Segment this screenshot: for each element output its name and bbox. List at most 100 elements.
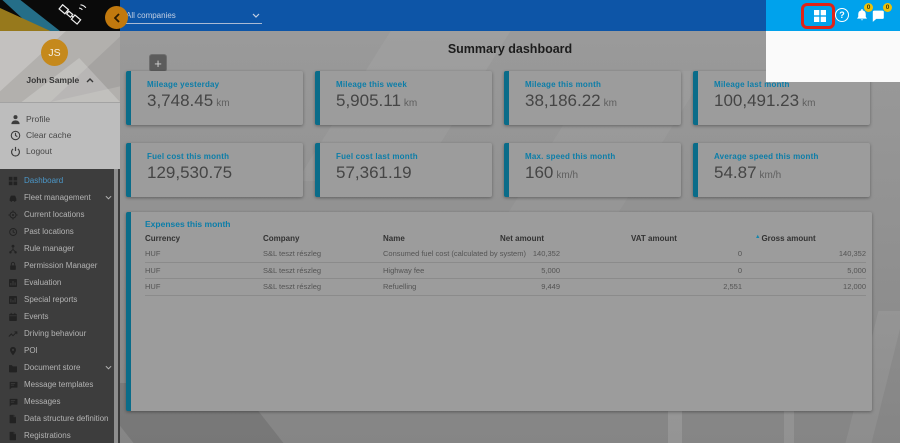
avatar[interactable]: JS bbox=[41, 39, 68, 66]
card-value: 38,186.22km bbox=[525, 91, 681, 111]
help-button[interactable]: ? bbox=[835, 8, 849, 22]
top-header-bar: All companies ? 0 0 bbox=[0, 0, 900, 31]
card-label: Fuel cost last month bbox=[336, 152, 492, 161]
metric-card-mileage-yesterday: Mileage yesterday 3,748.45km bbox=[126, 71, 303, 125]
account-item-label: Clear cache bbox=[26, 130, 71, 140]
company-select-value: All companies bbox=[124, 11, 176, 20]
card-value: 160km/h bbox=[525, 163, 681, 183]
cell-currency: HUF bbox=[145, 266, 263, 275]
car-icon bbox=[8, 193, 24, 203]
account-item-label: Profile bbox=[26, 114, 50, 124]
sidebar-item-fleet-management[interactable]: Fleet management bbox=[0, 189, 120, 206]
card-label: Max. speed this month bbox=[525, 152, 681, 161]
sidebar-item-data-structure-definition[interactable]: Data structure definition bbox=[0, 410, 120, 427]
chevron-down-icon bbox=[252, 13, 260, 18]
card-value: 100,491.23km bbox=[714, 91, 870, 111]
cell-company: S&L teszt részleg bbox=[263, 266, 383, 275]
chat-lines-icon bbox=[8, 380, 24, 390]
lock-icon bbox=[8, 261, 24, 271]
user-name: John Sample bbox=[26, 75, 79, 85]
app-window: All companies ? 0 0 bbox=[0, 0, 900, 443]
card-value: 57,361.19 bbox=[336, 163, 492, 183]
account-item-profile[interactable]: Profile bbox=[0, 111, 120, 127]
account-menu: Profile Clear cache Logout bbox=[0, 103, 120, 169]
sort-asc-icon: ▲ bbox=[755, 234, 760, 240]
sidebar-item-special-reports[interactable]: Special reports bbox=[0, 291, 120, 308]
column-header-company[interactable]: Company bbox=[263, 234, 383, 243]
account-item-clear-cache[interactable]: Clear cache bbox=[0, 127, 120, 143]
account-item-logout[interactable]: Logout bbox=[0, 143, 120, 159]
sidebar-item-message-templates[interactable]: Message templates bbox=[0, 376, 120, 393]
bell-icon bbox=[855, 8, 869, 23]
account-item-label: Logout bbox=[26, 146, 52, 156]
column-header-name[interactable]: Name bbox=[383, 234, 500, 243]
card-unit: km bbox=[604, 98, 617, 109]
sidebar-scrollbar[interactable] bbox=[114, 169, 118, 443]
sidebar-item-registrations[interactable]: Registrations bbox=[0, 427, 120, 443]
sidebar-item-permission-manager[interactable]: Permission Manager bbox=[0, 257, 120, 274]
expenses-table-card: Expenses this month Currency Company Nam… bbox=[126, 212, 872, 411]
cell-name: Consumed fuel cost (calculated by system… bbox=[383, 249, 500, 258]
sidebar-item-driving-behaviour[interactable]: Driving behaviour bbox=[0, 325, 120, 342]
sidebar-item-dashboard[interactable]: Dashboard bbox=[0, 172, 120, 189]
sidebar-item-messages[interactable]: Messages bbox=[0, 393, 120, 410]
column-header-gross-amount[interactable]: ▲Gross amount bbox=[742, 234, 866, 243]
chat-icon bbox=[8, 397, 24, 407]
sidebar-item-rule-manager[interactable]: Rule manager bbox=[0, 240, 120, 257]
chevron-left-icon bbox=[114, 13, 120, 23]
chevron-down-icon bbox=[105, 195, 112, 200]
sidebar: JS John Sample Profile Clear cache Logou… bbox=[0, 31, 120, 443]
table-title: Expenses this month bbox=[145, 219, 231, 229]
document-icon bbox=[8, 431, 24, 441]
table-row: HUF S&L teszt részleg Refuelling 9,449 2… bbox=[145, 279, 866, 296]
brand-logo[interactable] bbox=[0, 0, 120, 31]
sidebar-item-events[interactable]: Events bbox=[0, 308, 120, 325]
table-row: HUF S&L teszt részleg Consumed fuel cost… bbox=[145, 246, 866, 263]
dashboard-icon bbox=[8, 176, 24, 186]
cell-name: Highway fee bbox=[383, 266, 500, 275]
card-label: Average speed this month bbox=[714, 152, 870, 161]
company-filter-select[interactable]: All companies bbox=[124, 7, 262, 24]
tour-spotlight-area bbox=[766, 31, 900, 82]
notifications-button[interactable] bbox=[855, 8, 869, 26]
column-header-vat-amount[interactable]: VAT amount bbox=[560, 234, 742, 243]
person-icon bbox=[10, 114, 26, 125]
card-label: Fuel cost this month bbox=[147, 152, 303, 161]
sidebar-item-poi[interactable]: POI bbox=[0, 342, 120, 359]
cell-net-amount: 9,449 bbox=[500, 282, 560, 291]
metric-card-mileage-this-week: Mileage this week 5,905.11km bbox=[315, 71, 492, 125]
calendar-icon bbox=[8, 312, 24, 322]
cell-vat-amount: 2,551 bbox=[560, 282, 742, 291]
column-header-net-amount[interactable]: Net amount bbox=[500, 234, 560, 243]
cell-vat-amount: 0 bbox=[560, 249, 742, 258]
cell-gross-amount: 140,352 bbox=[742, 249, 866, 258]
user-menu-toggle[interactable]: John Sample bbox=[0, 75, 120, 85]
cell-vat-amount: 0 bbox=[560, 266, 742, 275]
add-widget-button[interactable]: + bbox=[149, 54, 167, 72]
card-value: 3,748.45km bbox=[147, 91, 303, 111]
metric-card-fuel-cost-last-month: Fuel cost last month 57,361.19 bbox=[315, 143, 492, 197]
card-unit: km bbox=[404, 98, 417, 109]
card-value: 54.87km/h bbox=[714, 163, 870, 183]
card-unit: km bbox=[802, 98, 815, 109]
clock-icon bbox=[10, 130, 26, 141]
column-header-currency[interactable]: Currency bbox=[145, 234, 263, 243]
card-unit: km bbox=[216, 98, 229, 109]
cell-currency: HUF bbox=[145, 249, 263, 258]
cell-company: S&L teszt részleg bbox=[263, 249, 383, 258]
metric-card-max-speed-this-month: Max. speed this month 160km/h bbox=[504, 143, 681, 197]
sidebar-item-document-store[interactable]: Document store bbox=[0, 359, 120, 376]
messages-button[interactable] bbox=[871, 9, 885, 26]
tour-highlight-box bbox=[801, 3, 835, 29]
sidebar-item-current-locations[interactable]: Current locations bbox=[0, 206, 120, 223]
cell-name: Refuelling bbox=[383, 282, 500, 291]
cell-gross-amount: 5,000 bbox=[742, 266, 866, 275]
chevron-up-icon bbox=[86, 78, 94, 83]
cell-currency: HUF bbox=[145, 282, 263, 291]
sidebar-item-past-locations[interactable]: Past locations bbox=[0, 223, 120, 240]
metric-card-fuel-cost-this-month: Fuel cost this month 129,530.75 bbox=[126, 143, 303, 197]
sidebar-item-evaluation[interactable]: Evaluation bbox=[0, 274, 120, 291]
sidebar-collapse-button[interactable] bbox=[105, 6, 128, 29]
profile-section: JS John Sample bbox=[0, 31, 120, 103]
report-chart-icon bbox=[8, 295, 24, 305]
